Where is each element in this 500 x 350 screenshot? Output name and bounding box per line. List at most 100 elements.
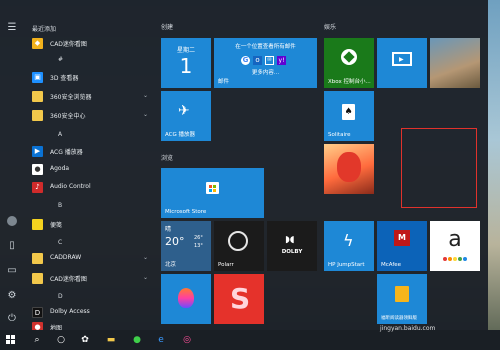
highlight-box — [401, 128, 477, 208]
weather-tile[interactable]: 晴 20° 26° 13° 北京 — [161, 221, 211, 271]
weather-city: 北京 — [165, 262, 177, 268]
mcafee-shield-icon: M — [394, 230, 410, 246]
store-label: Microsoft Store — [165, 209, 207, 215]
edge-icon[interactable]: e — [154, 333, 168, 347]
list-item[interactable]: ▣ 3D 查看器 — [32, 71, 148, 85]
group-header[interactable]: C — [58, 239, 62, 246]
outlook-icon: o — [253, 56, 262, 65]
acg-play-icon: ✈ — [178, 103, 190, 119]
list-item-label: Audio Control — [50, 183, 91, 190]
app-list: 最近添加 ◆ CAD迷你看图 # ▣ 3D 查看器 360安全浏览器 ⌄ 360… — [26, 0, 152, 333]
list-item-label: CADDRAW — [50, 254, 82, 261]
folder-icon — [32, 110, 43, 121]
section-play-header[interactable]: 娱乐 — [324, 22, 336, 31]
audio-icon: ♪ — [32, 182, 43, 193]
weather-condition: 晴 — [165, 226, 172, 233]
browser-360-icon[interactable]: ● — [130, 333, 144, 347]
cube-icon: ▣ — [32, 72, 43, 83]
fuxin-reader-tile[interactable]: 福昕阅读器领鲜版 — [377, 274, 427, 324]
group-header[interactable]: A — [58, 131, 62, 138]
list-item[interactable]: 360安全中心 ⌄ — [32, 109, 148, 123]
microsoft-store-tile[interactable]: Microsoft Store — [161, 168, 264, 218]
polarr-tile[interactable]: Polarr — [214, 221, 264, 271]
pictures-icon[interactable]: ▭ — [6, 265, 18, 277]
mail-tagline: 在一个位置查看所有邮件 — [235, 44, 296, 50]
power-icon[interactable]: ⏻ — [6, 313, 18, 325]
film-icon: ▶ — [392, 52, 412, 66]
mcafee-label: McAfee — [381, 262, 402, 268]
game-dragon-tile[interactable] — [324, 144, 374, 194]
settings-icon[interactable]: ⚙ — [6, 290, 18, 302]
windows-icon[interactable] — [4, 333, 18, 347]
list-item[interactable]: ◆ CAD迷你看图 — [32, 37, 148, 51]
section-browse-header[interactable]: 浏览 — [161, 153, 173, 162]
list-item[interactable]: 360安全浏览器 ⌄ — [32, 90, 148, 104]
chevron-down-icon[interactable]: ⌄ — [143, 92, 148, 99]
folder-icon — [32, 91, 43, 102]
mail-tile[interactable]: 在一个位置查看所有邮件 G o ✉ y! 更多内容... 邮件 — [214, 38, 317, 88]
list-item[interactable]: ● Agoda — [32, 163, 148, 177]
taskview-icon[interactable]: ✿ — [78, 333, 92, 347]
user-icon[interactable] — [6, 215, 18, 227]
chevron-down-icon[interactable]: ⌄ — [143, 254, 148, 261]
chevron-down-icon[interactable]: ⌄ — [143, 274, 148, 281]
polarr-ring-icon — [228, 231, 248, 251]
app-icon[interactable]: ◎ — [180, 333, 194, 347]
list-item[interactable]: CAD迷你看图 ⌄ — [32, 272, 148, 286]
paint-drop-icon — [178, 288, 194, 308]
dolby-logo-icon: ◗◖ — [285, 235, 295, 245]
xbox-tile[interactable]: Xbox 控制台小... — [324, 38, 374, 88]
amazon-tile[interactable]: a — [430, 221, 480, 271]
mail-more: 更多内容... — [251, 70, 280, 76]
dolby-text: DOLBY — [281, 249, 303, 255]
section-create-header[interactable]: 创建 — [161, 22, 173, 31]
mcafee-tile[interactable]: M McAfee — [377, 221, 427, 271]
list-item-label: 360安全中心 — [50, 113, 86, 120]
hp-jumpstart-tile[interactable]: ϟ HP JumpStart — [324, 221, 374, 271]
google-icon: G — [241, 56, 250, 65]
document-icon[interactable]: ▯ — [6, 240, 18, 252]
movies-tile[interactable]: ▶ — [377, 38, 427, 88]
lightning-icon: ϟ — [343, 231, 354, 250]
list-item-label: 3D 查看器 — [50, 75, 79, 82]
dragon-icon — [337, 152, 361, 182]
cortana-icon[interactable]: ○ — [54, 333, 68, 347]
mail-envelope-icon: ✉ — [265, 56, 274, 65]
calendar-tile[interactable]: 星期二 1 — [161, 38, 211, 88]
start-menu: ☰ ▯ ▭ ⚙ ⏻ 最近添加 ◆ CAD迷你看图 # ▣ 3D 查看器 360安… — [0, 0, 488, 333]
list-item[interactable]: ♪ Audio Control — [32, 181, 148, 195]
photos-tile[interactable] — [430, 38, 480, 88]
hamburger-icon[interactable]: ☰ — [6, 22, 18, 34]
list-item[interactable]: D Dolby Access — [32, 306, 148, 320]
mail-label: 邮件 — [218, 79, 230, 85]
card-spade-icon: ♠ — [342, 104, 355, 120]
xbox-label: Xbox 控制台小... — [328, 79, 371, 85]
cad-icon: ◆ — [32, 38, 43, 49]
solitaire-tile[interactable]: ♠ Solitaire — [324, 91, 374, 141]
list-item-label: ACG 播放器 — [50, 149, 83, 156]
fuxin-label: 福昕阅读器领鲜版 — [381, 316, 417, 321]
list-item-label: 便笺 — [50, 222, 63, 229]
swiftkey-tile[interactable]: S — [214, 274, 264, 324]
acg-player-tile[interactable]: ✈ ACG 播放器 — [161, 91, 211, 141]
agoda-icon: ● — [32, 164, 43, 175]
list-item[interactable]: CADDRAW ⌄ — [32, 252, 148, 266]
group-header[interactable]: B — [58, 202, 62, 209]
weather-temp: 20° — [165, 235, 185, 248]
group-header[interactable]: D — [58, 293, 63, 300]
paint3d-tile[interactable] — [161, 274, 211, 324]
xbox-logo-icon — [341, 49, 357, 65]
folder-icon — [32, 273, 43, 284]
dolby-tile[interactable]: ◗◖ DOLBY — [267, 221, 317, 271]
taskbar: ⌕ ○ ✿ ▬ ● e ◎ — [0, 330, 500, 350]
group-header[interactable]: # — [58, 56, 63, 63]
calendar-weekday: 星期二 — [176, 47, 195, 54]
list-item[interactable]: ▶ ACG 播放器 — [32, 145, 148, 159]
chevron-down-icon[interactable]: ⌄ — [143, 111, 148, 118]
search-icon[interactable]: ⌕ — [30, 333, 44, 347]
acg-label: ACG 播放器 — [165, 132, 196, 138]
explorer-icon[interactable]: ▬ — [104, 333, 118, 347]
calendar-day: 1 — [179, 54, 193, 78]
list-item-label: Dolby Access — [50, 308, 90, 315]
list-item[interactable]: 便笺 — [32, 218, 148, 232]
